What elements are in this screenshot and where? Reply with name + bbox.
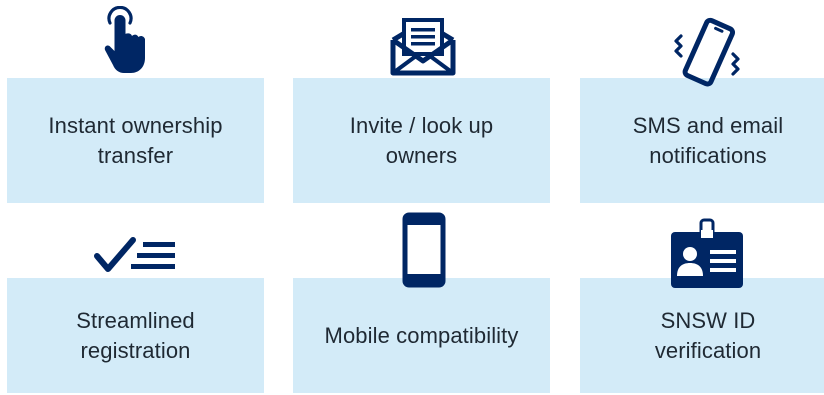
feature-tile-instant-ownership-transfer: Instant ownership transfer [7, 78, 264, 203]
feature-tile-mobile-compatibility: Mobile compatibility [293, 278, 550, 393]
feature-tile-streamlined-registration: Streamlined registration [7, 278, 264, 393]
feature-label: Invite / look up owners [349, 112, 494, 168]
feature-label: Mobile compatibility [324, 322, 519, 348]
feature-label: SMS and email notifications [632, 112, 784, 168]
feature-label: Streamlined registration [76, 307, 195, 363]
mobile-phone-icon [402, 212, 446, 288]
vibrating-phone-icon [670, 14, 742, 94]
feature-tile-sms-and-email-notifications: SMS and email notifications [580, 78, 824, 203]
hand-pointer-icon [103, 6, 151, 78]
checklist-icon [93, 236, 177, 276]
feature-label: SNSW ID verification [654, 307, 762, 363]
id-card-icon [669, 218, 745, 290]
envelope-letter-icon [389, 16, 457, 76]
feature-tile-invite-look-up-owners: Invite / look up owners [293, 78, 550, 203]
feature-label: Instant ownership transfer [48, 112, 223, 168]
feature-tile-snsw-id-verification: SNSW ID verification [580, 278, 824, 393]
